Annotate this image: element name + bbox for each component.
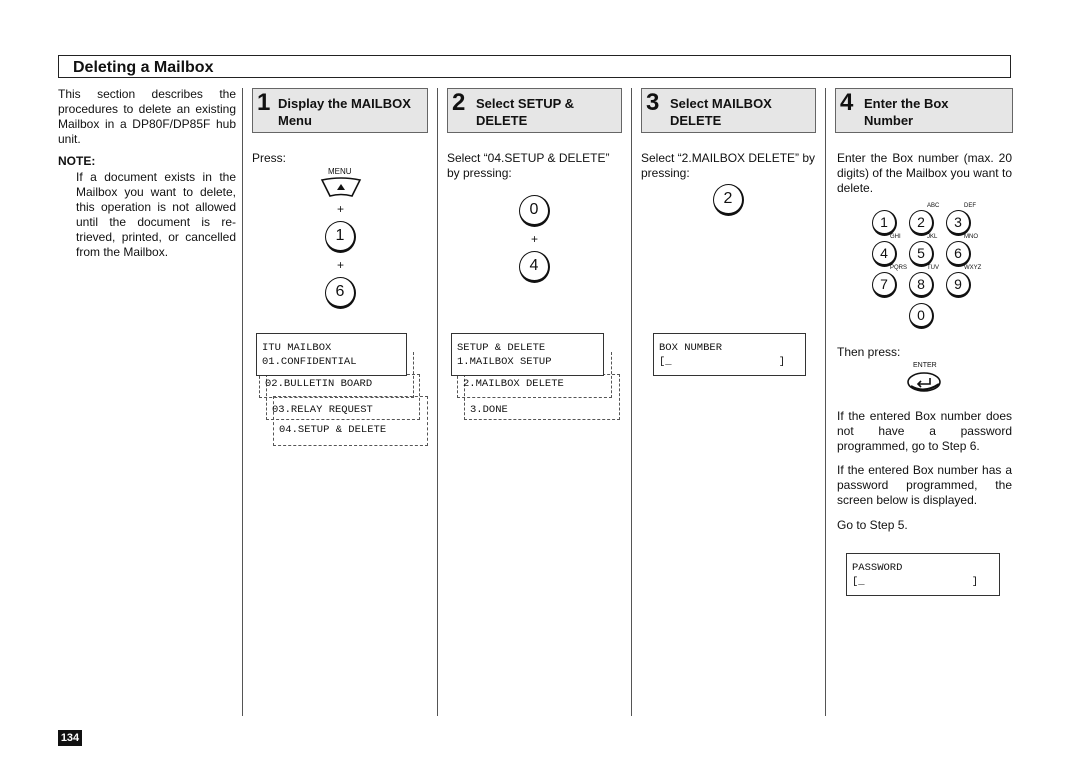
step-3-text: Select “2.MAILBOX DELETE” by pressing: (641, 151, 816, 180)
key-letters: ABC (927, 203, 940, 209)
note-heading: NOTE: (58, 154, 96, 168)
key-letters: GHI (890, 234, 901, 240)
column-divider (825, 88, 826, 716)
key-4[interactable]: 4 (519, 251, 550, 283)
enter-key-label: ENTER (913, 362, 937, 369)
menu-key-label: MENU (328, 167, 352, 176)
column-divider (631, 88, 632, 716)
lcd-display: SETUP & DELETE 1.MAILBOX SETUP (451, 333, 604, 376)
lcd-line: SETUP & DELETE (457, 342, 546, 354)
key-2[interactable]: 2 (713, 184, 744, 216)
column-divider (437, 88, 438, 716)
key-5[interactable]: 5 (909, 241, 934, 267)
step-4-paragraph: Go to Step 5. (837, 518, 908, 532)
plus-sign: + (337, 202, 345, 216)
lcd-display: PASSWORD [_ ] (846, 553, 1000, 596)
step-3-header: 3 Select MAILBOX DELETE (641, 88, 816, 133)
step-number: 3 (646, 89, 660, 116)
key-3[interactable]: 3 (946, 210, 971, 236)
numeric-keypad: 1 2 ABC 3 DEF 4 GHI 5 JKL 6 MNO 7 PQRS 8 TUV 9 WXYZ 0 (872, 203, 982, 336)
step-number: 1 (257, 89, 271, 116)
step-4-paragraph: If the entered Box number does not have … (837, 409, 1012, 453)
key-letters: DEF (964, 203, 976, 209)
step-2-text: Select “04.SETUP & DELETE” by pressing: (447, 151, 610, 180)
key-letters: PQRS (890, 265, 908, 271)
key-letters: TUV (927, 265, 939, 271)
step-1-text: Press: (252, 151, 287, 165)
page-title: Deleting a Mailbox (58, 55, 1011, 78)
key-4[interactable]: 4 (872, 241, 897, 267)
key-7[interactable]: 7 (872, 272, 897, 298)
lcd-line: 01.CONFIDENTIAL (262, 356, 357, 368)
key-0[interactable]: 0 (909, 303, 934, 329)
enter-key-icon[interactable] (906, 371, 944, 395)
column-divider (242, 88, 243, 716)
step-4-header: 4 Enter the Box Number (835, 88, 1013, 133)
key-6[interactable]: 6 (325, 277, 356, 309)
menu-key-icon[interactable] (320, 177, 362, 199)
note-text: If a document exists in the Mailbox you … (76, 170, 236, 259)
key-letters: MNO (964, 234, 978, 240)
plus-sign: + (337, 258, 345, 272)
key-letters: JKL (927, 234, 938, 240)
lcd-line: BOX NUMBER (659, 342, 723, 354)
lcd-display: BOX NUMBER [_ ] (653, 333, 806, 376)
step-2-header: 2 Select SETUP & DELETE (447, 88, 622, 133)
key-1[interactable]: 1 (872, 210, 897, 236)
step-1-header: 1 Display the MAILBOX Menu (252, 88, 428, 133)
lcd-display: ITU MAILBOX 01.CONFIDENTIAL (256, 333, 407, 376)
page-number: 134 (58, 730, 82, 746)
lcd-line: [_ ] (659, 356, 786, 368)
step-label: Enter the Box Number (864, 96, 949, 128)
lcd-line: ITU MAILBOX (262, 342, 332, 354)
key-9[interactable]: 9 (946, 272, 971, 298)
step-label: Display the MAILBOX Menu (277, 96, 411, 128)
step-label: Select MAILBOX DELETE (670, 96, 772, 128)
lcd-line: [_ ] (852, 576, 979, 588)
key-0[interactable]: 0 (519, 195, 550, 227)
step-number: 2 (452, 89, 466, 116)
step-label: Select SETUP & DELETE (476, 96, 575, 128)
step-number: 4 (840, 89, 854, 116)
key-1[interactable]: 1 (325, 221, 356, 253)
then-press-text: Then press: (837, 345, 901, 359)
key-letters: WXYZ (964, 265, 982, 271)
key-6[interactable]: 6 (946, 241, 971, 267)
lcd-line: 1.MAILBOX SETUP (457, 356, 552, 368)
intro-text: This section describes the procedures to… (58, 87, 236, 146)
key-2[interactable]: 2 (909, 210, 934, 236)
lcd-line: PASSWORD (852, 562, 903, 574)
manual-page: Deleting a Mailbox This section describe… (0, 0, 1080, 763)
step-4-text: Enter the Box number (max. 20 digits) of… (837, 151, 1012, 195)
plus-sign: + (531, 232, 539, 246)
key-8[interactable]: 8 (909, 272, 934, 298)
step-4-paragraph: If the entered Box number has a password… (837, 463, 1012, 507)
